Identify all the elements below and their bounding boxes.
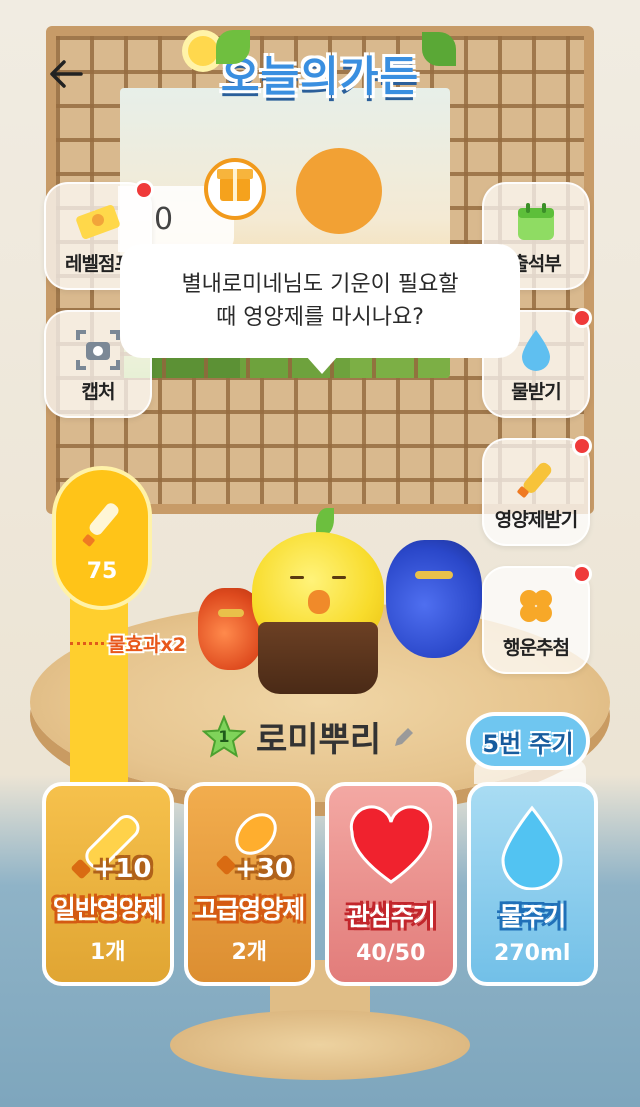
nutrient-gauge: 75 bbox=[52, 466, 152, 610]
basic-nutrient-bonus: +10 bbox=[93, 854, 152, 884]
capture-label: 캡처 bbox=[81, 381, 116, 403]
notification-dot bbox=[134, 180, 154, 200]
get-water-label: 물받기 bbox=[511, 381, 561, 403]
flower-icon bbox=[188, 36, 218, 66]
eye bbox=[332, 576, 346, 579]
ticket-clover-icon bbox=[76, 205, 120, 239]
action-cards: +10 일반영양제 1개 +30 고급영양제 2개 관심주기 40/50 물주기… bbox=[42, 782, 598, 986]
table-base bbox=[170, 1010, 470, 1080]
premium-nutrient-button[interactable]: +30 고급영양제 2개 bbox=[183, 782, 315, 986]
give-water-title: 물주기 bbox=[499, 902, 566, 931]
gauge-value: 75 bbox=[86, 559, 118, 584]
notification-dot bbox=[572, 436, 592, 456]
plant-level: 1 bbox=[218, 726, 230, 746]
premium-nutrient-title: 고급영양제 bbox=[194, 895, 305, 924]
get-nutrient-button[interactable]: 영양제받기 bbox=[482, 436, 592, 546]
give-water-button[interactable]: 물주기 270ml bbox=[466, 782, 598, 986]
lucky-draw-button[interactable]: 행운추첨 bbox=[482, 564, 592, 674]
basic-nutrient-count: 1개 bbox=[89, 940, 126, 965]
level-star-icon: 1 bbox=[201, 713, 247, 759]
water-drop-icon bbox=[501, 805, 563, 890]
plant-pot bbox=[258, 622, 378, 694]
calendar-icon bbox=[518, 203, 554, 240]
beak bbox=[308, 590, 330, 614]
level-counter-value: 0 bbox=[154, 201, 174, 237]
speech-line-1: 별내로미네님도 기운이 필요할 bbox=[181, 272, 459, 297]
premium-nutrient-count: 2개 bbox=[231, 940, 268, 965]
pencil-icon[interactable] bbox=[391, 724, 417, 750]
pouch-tie bbox=[414, 570, 454, 579]
gauge-marker-label: 물효과x2 bbox=[108, 634, 186, 656]
plant-name: 로미뿌리 bbox=[256, 720, 382, 760]
leaf-icon bbox=[422, 32, 456, 66]
get-nutrient-label: 영양제받기 bbox=[494, 509, 578, 531]
give-water-amount: 270ml bbox=[494, 941, 571, 966]
gift-icon bbox=[217, 169, 253, 201]
page-title: 오늘의가든 bbox=[220, 51, 420, 101]
sun bbox=[296, 148, 382, 234]
give-attention-count: 40/50 bbox=[356, 941, 426, 966]
leaf-icon bbox=[216, 30, 250, 64]
clover-icon bbox=[520, 590, 552, 622]
camera-icon bbox=[76, 330, 120, 370]
premium-nutrient-bonus: +30 bbox=[235, 854, 293, 884]
pouch-tie bbox=[217, 609, 245, 618]
speech-bubble: 별내로미네님도 기운이 필요할 때 영양제를 마시나요? bbox=[120, 244, 520, 374]
plant-name-row: 1 로미뿌리 bbox=[201, 712, 417, 761]
back-button[interactable] bbox=[44, 52, 88, 96]
give-attention-button[interactable]: 관심주기 40/50 bbox=[325, 782, 457, 986]
lucky-draw-label: 행운추첨 bbox=[503, 637, 570, 659]
basic-nutrient-title: 일반영양제 bbox=[52, 895, 164, 924]
marker-dash bbox=[70, 642, 104, 645]
gift-button[interactable] bbox=[204, 158, 266, 220]
arrow-left-icon bbox=[50, 60, 83, 88]
nutrient-bottle-icon bbox=[517, 462, 552, 498]
notification-dot bbox=[572, 564, 592, 584]
heart-icon bbox=[349, 805, 432, 884]
basic-nutrient-button[interactable]: +10 일반영양제 1개 bbox=[42, 782, 174, 986]
notification-dot bbox=[572, 308, 592, 328]
water-count-badge: 5번 주기 bbox=[466, 712, 590, 770]
give-attention-title: 관심주기 bbox=[346, 902, 436, 931]
gauge-marker: 물효과x2 bbox=[70, 630, 186, 657]
nutrient-bottle-icon bbox=[82, 503, 119, 547]
title-logo: 오늘의가든 bbox=[180, 30, 460, 116]
speech-line-2: 때 영양제를 마시나요? bbox=[216, 305, 424, 330]
water-count-text: 5번 주기 bbox=[482, 729, 574, 758]
eye bbox=[290, 576, 304, 579]
blue-pouch bbox=[386, 540, 482, 658]
